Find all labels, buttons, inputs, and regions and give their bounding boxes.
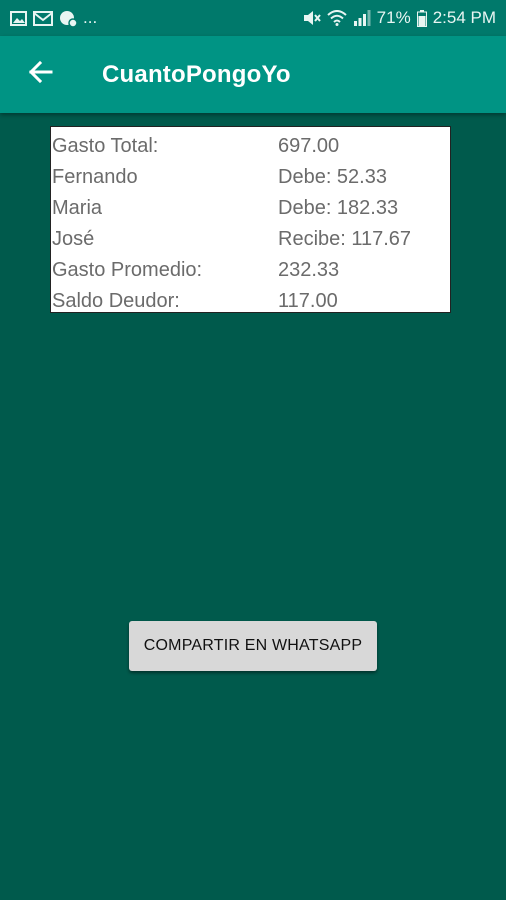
more-notifications-indicator: ...	[83, 8, 98, 27]
debt-balance-label: Saldo Deudor:	[52, 290, 180, 312]
average-value: 232.33	[278, 259, 340, 281]
person-balance: Debe: 182.33	[278, 197, 399, 219]
signal-icon	[353, 10, 371, 26]
person-name: Fernando	[52, 166, 138, 188]
person-balance: Recibe: 117.67	[278, 228, 412, 250]
person-name: Maria	[52, 197, 103, 219]
result-row-average: Gasto Promedio: 232.33	[52, 255, 450, 286]
arrow-left-icon	[27, 60, 53, 89]
result-row-total: Gasto Total: 697.00	[52, 131, 450, 162]
share-whatsapp-button[interactable]: COMPARTIR EN WHATSAPP	[129, 621, 377, 671]
person-balance: Debe: 52.33	[278, 166, 387, 188]
image-icon	[10, 10, 27, 26]
average-label: Gasto Promedio:	[52, 259, 203, 281]
result-row-jose: José Recibe: 117.67	[52, 224, 450, 255]
status-bar: ... 71% 2:54 PM	[0, 0, 506, 36]
mute-icon	[303, 10, 321, 26]
results-table: Gasto Total: 697.00 Fernando Debe: 52.33…	[50, 126, 451, 313]
battery-percent: 71%	[376, 8, 411, 27]
chat-icon	[59, 10, 77, 27]
status-left: ...	[10, 8, 97, 28]
mail-icon	[33, 10, 53, 26]
result-row-fernando: Fernando Debe: 52.33	[52, 162, 450, 193]
wifi-icon	[326, 10, 347, 26]
person-name: José	[52, 228, 95, 250]
total-value: 697.00	[278, 135, 340, 157]
debt-balance-value: 117.00	[278, 290, 338, 312]
app-bar: CuantoPongoYo	[0, 36, 506, 113]
app-title: CuantoPongoYo	[102, 60, 291, 88]
back-button[interactable]	[12, 47, 68, 103]
status-right: 71% 2:54 PM	[303, 8, 496, 28]
battery-icon	[416, 9, 427, 27]
result-row-debt-balance: Saldo Deudor: 117.00	[52, 286, 450, 317]
clock: 2:54 PM	[432, 8, 496, 27]
result-row-maria: Maria Debe: 182.33	[52, 193, 450, 224]
total-label: Gasto Total:	[52, 135, 159, 157]
